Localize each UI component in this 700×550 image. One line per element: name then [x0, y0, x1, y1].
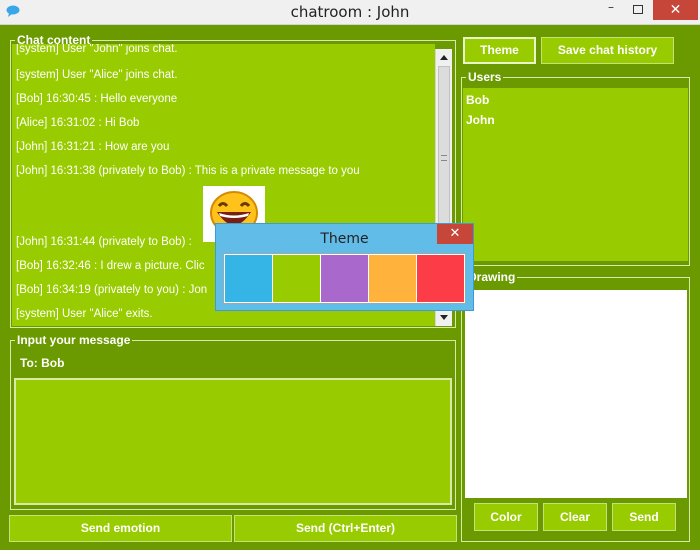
send-drawing-label: Send: [629, 510, 659, 524]
input-message-title: Input your message: [15, 333, 133, 347]
close-button[interactable]: ✕: [653, 0, 698, 20]
chat-message: [Bob] 16:32:46 : I drew a picture. Clic: [16, 260, 205, 272]
to-label: To:: [20, 356, 38, 370]
chat-message: [system] User "Alice" exits.: [16, 308, 153, 320]
users-title: Users: [466, 70, 504, 84]
chat-message: [system] User "Alice" joins chat.: [16, 69, 178, 81]
maximize-icon: [633, 5, 643, 14]
chat-message: [John] 16:31:38 (privately to Bob) : Thi…: [16, 165, 360, 177]
title-bar: chatroom : John – ✕: [0, 0, 700, 25]
chat-message: [John] 16:31:21 : How are you: [16, 141, 170, 153]
clear-button[interactable]: Clear: [543, 503, 607, 531]
maximize-button[interactable]: [625, 0, 651, 20]
message-input[interactable]: [14, 378, 452, 505]
theme-swatch-purple[interactable]: [321, 255, 368, 302]
window-title: chatroom : John: [290, 3, 410, 21]
save-chat-history-label: Save chat history: [557, 43, 658, 57]
recipient-row: To: Bob: [12, 352, 455, 374]
theme-dialog-title: Theme: [320, 231, 369, 247]
send-emotion-label: Send emotion: [80, 521, 161, 535]
clear-label: Clear: [559, 510, 591, 524]
user-list-item[interactable]: Bob: [466, 93, 489, 107]
chat-message: [Bob] 16:30:45 : Hello everyone: [16, 93, 178, 105]
theme-dialog: Theme ✕: [215, 223, 474, 311]
theme-swatch-row: [223, 253, 466, 304]
recipient-name: Bob: [41, 356, 65, 370]
theme-swatch-orange[interactable]: [369, 255, 416, 302]
user-list-item[interactable]: John: [466, 113, 495, 127]
color-button[interactable]: Color: [474, 503, 538, 531]
chat-message: [John] 16:31:44 (privately to Bob) :: [16, 236, 192, 248]
scroll-up-arrow-icon[interactable]: [436, 49, 452, 66]
theme-swatch-red[interactable]: [417, 255, 464, 302]
scroll-down-arrow-icon[interactable]: [436, 309, 452, 326]
theme-dialog-close-button[interactable]: ✕: [437, 224, 473, 244]
scroll-grip-icon: [441, 155, 447, 161]
send-button[interactable]: Send (Ctrl+Enter): [234, 515, 457, 542]
chat-message: [Bob] 16:34:19 (privately to you) : Jon: [16, 284, 208, 296]
send-drawing-button[interactable]: Send: [612, 503, 676, 531]
chat-message: [Alice] 16:31:02 : Hi Bob: [16, 117, 140, 129]
minimize-button[interactable]: –: [597, 0, 625, 20]
save-chat-history-button[interactable]: Save chat history: [541, 37, 674, 64]
drawing-canvas[interactable]: [465, 290, 687, 498]
theme-button[interactable]: Theme: [463, 37, 536, 64]
send-emotion-button[interactable]: Send emotion: [9, 515, 232, 542]
chat-message: [system] User "John" joins chat.: [16, 44, 178, 55]
theme-label: Theme: [480, 43, 519, 57]
color-label: Color: [490, 510, 522, 524]
theme-swatch-blue[interactable]: [225, 255, 272, 302]
users-list[interactable]: [463, 88, 688, 261]
send-label: Send (Ctrl+Enter): [295, 521, 395, 535]
theme-swatch-green[interactable]: [273, 255, 320, 302]
